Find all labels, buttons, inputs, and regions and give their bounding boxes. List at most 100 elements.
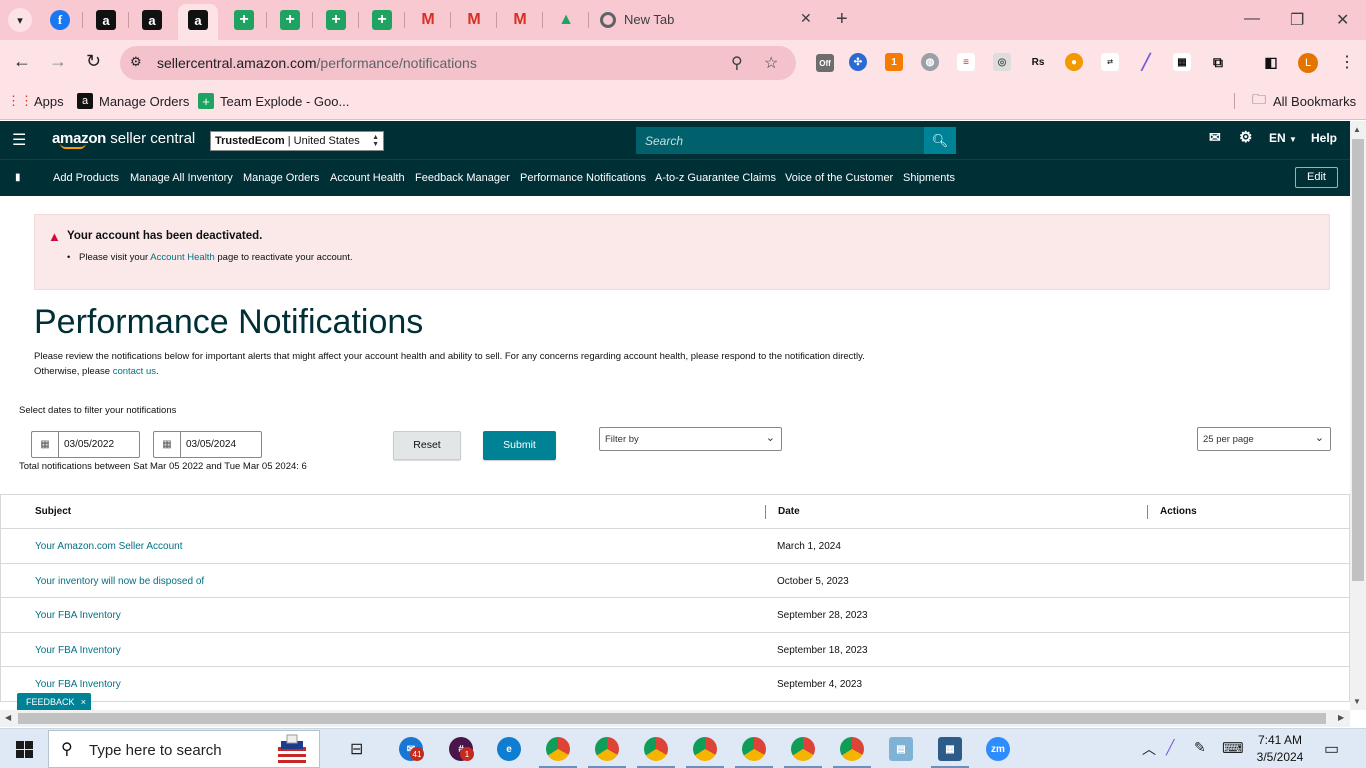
end-date-field[interactable]: ▦ 03/05/2024: [153, 431, 262, 458]
chrome-profile-icon[interactable]: [742, 737, 766, 761]
task-view-icon[interactable]: ⊟: [350, 739, 363, 759]
settings-gear-icon[interactable]: ⚙: [1239, 128, 1252, 146]
search-button[interactable]: 🔍︎: [924, 127, 956, 154]
column-date[interactable]: Date: [778, 506, 800, 517]
extension-icon[interactable]: ⇄: [1101, 53, 1119, 71]
scroll-thumb[interactable]: [1352, 139, 1364, 581]
side-panel-icon[interactable]: ◧: [1262, 53, 1280, 71]
calendar-icon[interactable]: ▦: [154, 432, 181, 457]
windows-start-icon[interactable]: [16, 741, 33, 758]
scroll-left-icon[interactable]: ◀: [5, 713, 11, 722]
keyboard-icon[interactable]: ⌨: [1222, 739, 1244, 757]
gmail-tab-icon[interactable]: M: [418, 10, 438, 30]
pen-extension-icon[interactable]: ╱: [1137, 53, 1155, 71]
restore-icon[interactable]: ❐: [1290, 10, 1304, 30]
notification-subject-link[interactable]: Your FBA Inventory: [35, 610, 121, 621]
scroll-up-icon[interactable]: ▲: [1353, 125, 1361, 134]
bookmark-icon[interactable]: ▮: [15, 172, 21, 183]
reload-icon[interactable]: ↻: [86, 51, 101, 72]
extension-icon[interactable]: ●: [1065, 53, 1083, 71]
chrome-profile-icon[interactable]: [840, 737, 864, 761]
chrome-profile-icon[interactable]: [644, 737, 668, 761]
hamburger-menu-icon[interactable]: ☰: [12, 130, 26, 150]
close-window-icon[interactable]: ✕: [1336, 10, 1349, 30]
submit-button[interactable]: Submit: [483, 431, 556, 460]
back-icon[interactable]: ←: [13, 51, 31, 72]
system-clock[interactable]: 7:41 AM 3/5/2024: [1254, 732, 1306, 766]
notepad-icon[interactable]: ▤: [889, 737, 913, 761]
zoom-icon[interactable]: zm: [986, 737, 1010, 761]
chrome-profile-icon[interactable]: [791, 737, 815, 761]
notification-subject-link[interactable]: Your inventory will now be disposed of: [35, 576, 204, 587]
calculator-icon[interactable]: ▦: [938, 737, 962, 761]
amazon-tab-icon[interactable]: a: [142, 10, 162, 30]
tab-search-button[interactable]: ▾: [8, 8, 32, 32]
tab-new-tab[interactable]: New Tab ✕: [590, 4, 826, 36]
per-page-select[interactable]: 25 per page ⌄: [1197, 427, 1331, 451]
notification-subject-link[interactable]: Your FBA Inventory: [35, 679, 121, 690]
chrome-profile-icon[interactable]: [546, 737, 570, 761]
amazon-tab-icon[interactable]: a: [96, 10, 116, 30]
sheets-tab-icon[interactable]: +: [234, 10, 254, 30]
calendar-icon[interactable]: ▦: [32, 432, 59, 457]
close-icon[interactable]: ×: [81, 693, 86, 711]
nav-performance-notifications[interactable]: Performance Notifications: [520, 172, 646, 184]
drive-tab-icon[interactable]: ▲: [556, 10, 576, 30]
bookmark-apps[interactable]: ⋮⋮ Apps: [7, 93, 64, 109]
sheets-tab-icon[interactable]: +: [326, 10, 346, 30]
gmail-tab-icon[interactable]: M: [510, 10, 530, 30]
edge-icon[interactable]: e: [497, 737, 521, 761]
nav-voice-of-customer[interactable]: Voice of the Customer: [785, 172, 893, 184]
chrome-profile-icon[interactable]: [595, 737, 619, 761]
sheets-tab-icon[interactable]: +: [372, 10, 392, 30]
chrome-menu-icon[interactable]: ⋮: [1339, 52, 1355, 72]
chrome-profile-icon[interactable]: [693, 737, 717, 761]
help-link[interactable]: Help: [1311, 131, 1337, 145]
nav-feedback-manager[interactable]: Feedback Manager: [415, 172, 510, 184]
scroll-right-icon[interactable]: ▶: [1338, 713, 1344, 722]
bookmark-manage-orders[interactable]: a Manage Orders: [77, 93, 189, 109]
feedback-button[interactable]: FEEDBACK ×: [17, 693, 91, 711]
extension-icon[interactable]: Rs: [1029, 53, 1047, 71]
url-text[interactable]: sellercentral.amazon.com/performance/not…: [157, 55, 477, 71]
minimize-icon[interactable]: —: [1244, 10, 1260, 28]
nav-shipments[interactable]: Shipments: [903, 172, 955, 184]
sheets-tab-icon[interactable]: +: [280, 10, 300, 30]
extension-off-icon[interactable]: Off: [816, 54, 834, 72]
edit-nav-button[interactable]: Edit: [1295, 167, 1338, 188]
mail-icon[interactable]: ✉: [1209, 129, 1221, 146]
extension-icon[interactable]: ◎: [993, 53, 1011, 71]
extension-icon[interactable]: ≡: [957, 53, 975, 71]
forward-icon[interactable]: →: [49, 51, 67, 72]
notifications-icon[interactable]: ▭: [1324, 739, 1339, 759]
bookmark-team-explode[interactable]: + Team Explode - Goo...: [198, 93, 349, 109]
notification-subject-link[interactable]: Your Amazon.com Seller Account: [35, 541, 183, 552]
bookmark-star-icon[interactable]: ☆: [764, 53, 778, 73]
new-tab-button[interactable]: +: [836, 8, 848, 31]
column-subject[interactable]: Subject: [35, 506, 71, 517]
amazon-tab-icon[interactable]: a: [188, 10, 208, 30]
horizontal-scrollbar[interactable]: ◀ ▶: [0, 710, 1350, 727]
store-selector[interactable]: TrustedEcom | United States ▲ ▼: [210, 131, 384, 151]
reset-button[interactable]: Reset: [393, 431, 461, 460]
taskbar-search[interactable]: ⚲ Type here to search: [48, 730, 320, 768]
close-tab-icon[interactable]: ✕: [800, 10, 812, 27]
nav-manage-orders[interactable]: Manage Orders: [243, 172, 319, 184]
nav-a-to-z-claims[interactable]: A-to-z Guarantee Claims: [655, 172, 776, 184]
scroll-thumb[interactable]: [18, 713, 1326, 724]
profile-avatar[interactable]: L: [1298, 53, 1318, 73]
search-input[interactable]: Search: [636, 127, 924, 154]
extension-badge-icon[interactable]: 1: [885, 53, 903, 71]
vertical-scrollbar[interactable]: ▲ ▼: [1350, 121, 1366, 710]
show-hidden-icons-chevron-icon[interactable]: ︿: [1142, 739, 1156, 759]
zoom-icon[interactable]: ⚲: [731, 53, 743, 73]
pen-workspace-icon[interactable]: ✎: [1194, 739, 1206, 756]
extensions-puzzle-icon[interactable]: ⧉: [1209, 53, 1227, 71]
globe-extension-icon[interactable]: ◍: [921, 53, 939, 71]
start-date-field[interactable]: ▦ 03/05/2022: [31, 431, 140, 458]
pen-tray-icon[interactable]: ╱: [1166, 739, 1174, 756]
gmail-tab-icon[interactable]: M: [464, 10, 484, 30]
all-bookmarks[interactable]: 🗀 All Bookmarks: [1234, 91, 1356, 109]
nav-account-health[interactable]: Account Health: [330, 172, 405, 184]
extension-icon[interactable]: ✣: [849, 53, 867, 71]
